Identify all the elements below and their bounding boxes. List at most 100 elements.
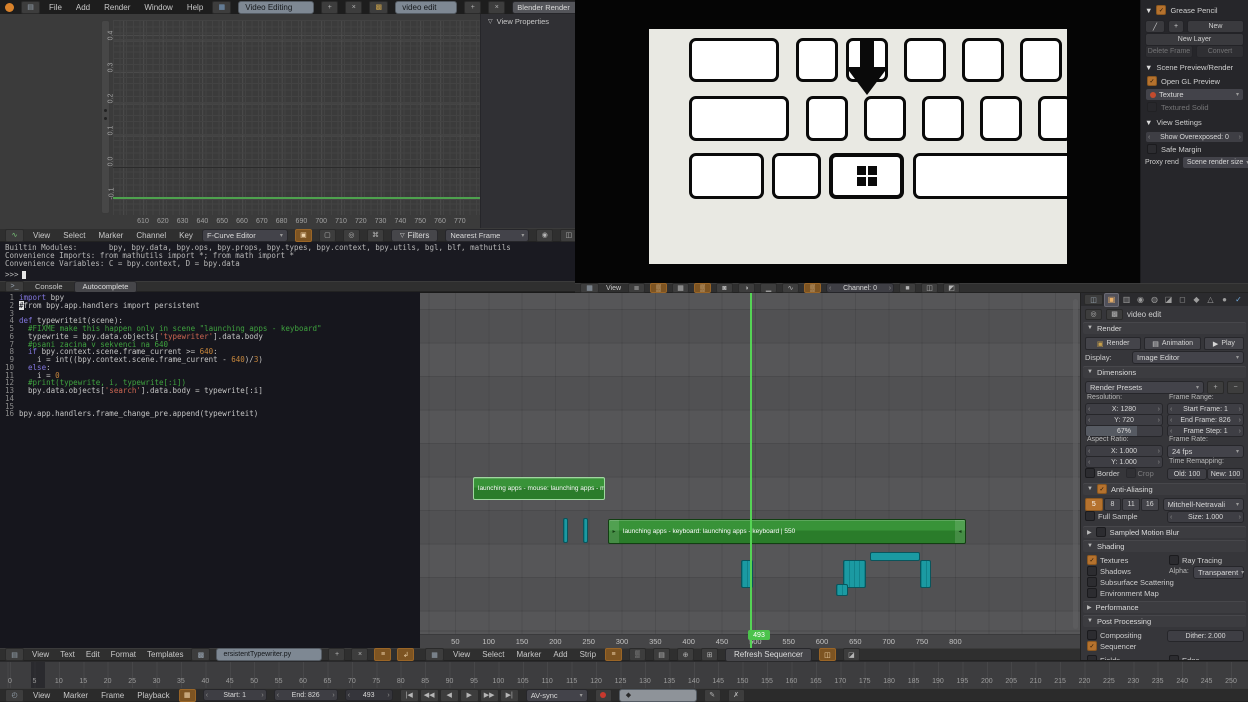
- code-line[interactable]: 14: [0, 395, 420, 403]
- draw-type-select[interactable]: Texture ▾: [1145, 88, 1244, 101]
- remove-preset-button[interactable]: −: [1227, 381, 1244, 394]
- menu-help[interactable]: Help: [185, 3, 205, 12]
- menu-console[interactable]: Console: [33, 282, 65, 291]
- sampled-motion-blur-panel-header[interactable]: ▶ Sampled Motion Blur: [1083, 526, 1246, 538]
- display-select[interactable]: Image Editor▾: [1132, 351, 1244, 364]
- avsync-select[interactable]: AV-sync▾: [526, 689, 588, 702]
- delete-frame-button[interactable]: Delete Frame: [1145, 45, 1193, 58]
- aa-samples-11-button[interactable]: 11: [1122, 498, 1140, 511]
- gp-new-button[interactable]: New: [1187, 20, 1244, 33]
- cursor-icon[interactable]: ⌘︎: [367, 229, 384, 242]
- menu-channel[interactable]: Channel: [134, 231, 168, 240]
- image-checker-icon[interactable]: ▒: [694, 283, 711, 293]
- line-numbers-toggle-icon[interactable]: ≡: [374, 648, 391, 661]
- opengl-preview-checkbox[interactable]: [1147, 76, 1157, 86]
- jump-to-start-button[interactable]: |◀: [400, 689, 419, 702]
- aspect-y-field[interactable]: ‹Y: 1.000›: [1085, 456, 1163, 468]
- menu-view[interactable]: View: [451, 650, 472, 659]
- menu-format[interactable]: Format: [109, 650, 138, 659]
- keying-set-field[interactable]: ◆: [619, 689, 697, 702]
- panel-collapse-arrow[interactable]: ▽: [488, 18, 493, 25]
- record-button[interactable]: [595, 689, 612, 702]
- fields-checkbox[interactable]: [1087, 655, 1097, 660]
- unlink-text-button[interactable]: ×: [351, 648, 368, 661]
- console-prompt[interactable]: >>>: [5, 270, 26, 279]
- render-panel-header[interactable]: ▼Render: [1083, 322, 1246, 334]
- delete-layout-button[interactable]: ×: [345, 1, 362, 14]
- prev-keyframe-button[interactable]: ◀◀: [420, 689, 439, 702]
- color-icon[interactable]: ◑: [738, 283, 755, 293]
- menu-playback[interactable]: Playback: [135, 691, 171, 700]
- aa-samples-5-button[interactable]: 5: [1085, 498, 1103, 511]
- jump-to-end-button[interactable]: ▶|: [500, 689, 519, 702]
- camera-icon[interactable]: ◙: [716, 283, 733, 293]
- menu-render[interactable]: Render: [102, 3, 132, 12]
- snap-icon[interactable]: ◪: [843, 648, 860, 661]
- alpha-checker-icon[interactable]: ▒: [804, 283, 821, 293]
- python-console-region[interactable]: Builtin Modules: bpy, bpy.data, bpy.ops,…: [0, 242, 575, 281]
- aa-size-slider[interactable]: ‹Size: 1.000›: [1167, 511, 1244, 523]
- both-view-icon[interactable]: ▤: [653, 648, 670, 661]
- sequencer-checkbox[interactable]: [1087, 641, 1097, 651]
- audio-strip[interactable]: [920, 560, 931, 588]
- menu-text[interactable]: Text: [58, 650, 77, 659]
- scene-icon[interactable]: ▩: [369, 1, 388, 14]
- screen-layout-icon[interactable]: ▦: [212, 1, 231, 14]
- tab-data-icon[interactable]: △: [1204, 294, 1217, 306]
- tab-physics-icon[interactable]: ✓: [1232, 294, 1245, 306]
- strip-right-handle[interactable]: ◂: [955, 520, 965, 543]
- image-view-icon[interactable]: ▒: [629, 648, 646, 661]
- tab-world-icon[interactable]: ◍: [1148, 294, 1161, 306]
- menu-view[interactable]: View: [30, 650, 51, 659]
- menu-add[interactable]: Add: [74, 3, 92, 12]
- lock-icon[interactable]: ■: [899, 283, 916, 293]
- code-line[interactable]: 13 bpy.data.objects['search'].data.body …: [0, 387, 420, 395]
- view-mode-icon[interactable]: ≣: [628, 283, 645, 293]
- pencil-icon[interactable]: ╱: [1145, 20, 1165, 33]
- performance-panel-header[interactable]: ▶Performance: [1083, 601, 1246, 613]
- text-name-field[interactable]: ersistentTypewriter.py: [216, 648, 322, 661]
- sequencer-region[interactable]: launching apps - mouse: launching apps -…: [420, 293, 1080, 648]
- add-layout-button[interactable]: +: [321, 1, 338, 14]
- menu-edit[interactable]: Edit: [84, 650, 102, 659]
- timeline-editor-icon[interactable]: ◴: [5, 689, 24, 702]
- render-button[interactable]: ▣Render: [1085, 337, 1141, 350]
- shading-panel-header[interactable]: ▼Shading: [1083, 540, 1246, 552]
- safe-margin-checkbox[interactable]: [1147, 144, 1157, 154]
- properties-editor-icon[interactable]: ◫: [1084, 294, 1103, 305]
- dimensions-panel-header[interactable]: ▼Dimensions: [1083, 366, 1246, 378]
- zoom-border-icon[interactable]: ⊞: [701, 648, 718, 661]
- border-checkbox[interactable]: [1085, 468, 1095, 478]
- render-size-icon[interactable]: ◫: [921, 283, 938, 293]
- audio-strip[interactable]: [583, 518, 588, 543]
- crop-checkbox[interactable]: [1126, 468, 1136, 478]
- audio-strip[interactable]: [836, 584, 848, 596]
- menu-file[interactable]: File: [47, 3, 64, 12]
- aa-filter-select[interactable]: Mitchell-Netravali▾: [1163, 498, 1244, 511]
- panel-arrow[interactable]: ▼: [1145, 61, 1152, 73]
- menu-frame[interactable]: Frame: [99, 691, 126, 700]
- pivot-icon[interactable]: ◉: [536, 229, 553, 242]
- menu-strip[interactable]: Strip: [578, 650, 598, 659]
- environment-map-checkbox[interactable]: [1087, 588, 1097, 598]
- antialiasing-checkbox[interactable]: [1097, 484, 1107, 494]
- aa-samples-8-button[interactable]: 8: [1104, 498, 1122, 511]
- smb-checkbox[interactable]: [1096, 527, 1106, 537]
- play-button[interactable]: ▶: [460, 689, 479, 702]
- menu-view[interactable]: View: [31, 231, 52, 240]
- delete-scene-button[interactable]: ×: [488, 1, 505, 14]
- menu-marker[interactable]: Marker: [61, 691, 90, 700]
- menu-add[interactable]: Add: [551, 650, 569, 659]
- code-line[interactable]: 10 else:: [0, 364, 420, 372]
- info-editor-icon[interactable]: ▤: [21, 1, 40, 14]
- sequencer-preview-region[interactable]: [575, 0, 1140, 283]
- tab-render-layers-icon[interactable]: ▥: [1120, 294, 1133, 306]
- tab-modifiers-icon[interactable]: ◆: [1190, 294, 1203, 306]
- menu-select[interactable]: Select: [61, 231, 87, 240]
- histogram-icon[interactable]: ▁: [760, 283, 777, 293]
- timeline-region[interactable]: 0510152025303540455055606570758085909510…: [0, 661, 1248, 688]
- add-gp-button[interactable]: +: [1168, 20, 1184, 33]
- autocomplete-button[interactable]: Autocomplete: [74, 281, 138, 292]
- text-editor-region[interactable]: 1import bpy2#from bpy.app.handlers impor…: [0, 292, 420, 648]
- remap-old-field[interactable]: Old: 100: [1167, 468, 1207, 480]
